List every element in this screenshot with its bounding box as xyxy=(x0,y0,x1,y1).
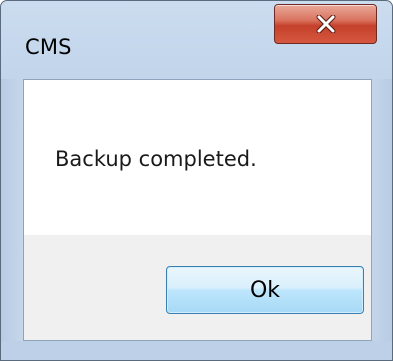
dialog-client-area: Backup completed. Ok xyxy=(23,79,372,341)
window-frame-left xyxy=(1,79,23,360)
close-icon xyxy=(315,15,337,33)
dialog-message: Backup completed. xyxy=(55,147,257,171)
message-area: Backup completed. xyxy=(24,80,371,235)
window-frame-bottom xyxy=(1,341,392,360)
window-title: CMS xyxy=(25,35,72,59)
title-bar[interactable]: CMS xyxy=(1,1,392,79)
ok-button[interactable]: Ok xyxy=(166,266,364,314)
message-dialog-window: CMS Backup completed. Ok xyxy=(0,0,393,361)
window-frame-right xyxy=(370,79,392,360)
button-area: Ok xyxy=(24,235,371,340)
close-button[interactable] xyxy=(274,4,377,44)
